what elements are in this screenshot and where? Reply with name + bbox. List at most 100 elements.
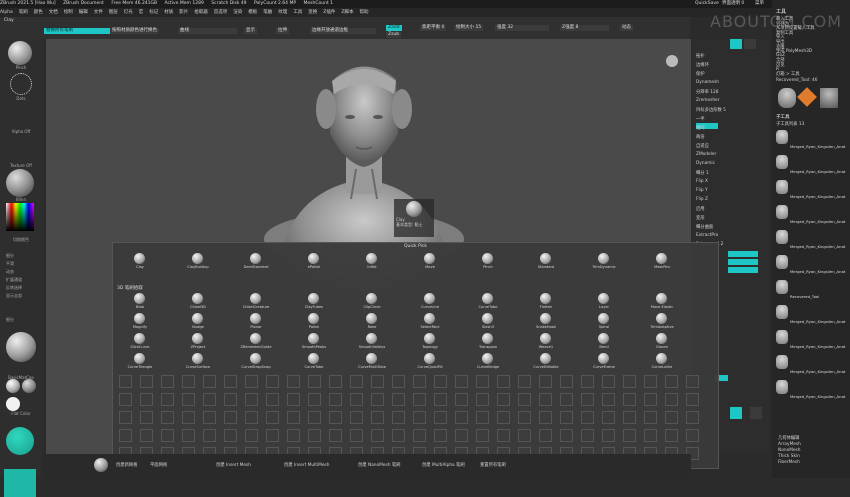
xyz-toggle[interactable] [730, 407, 742, 419]
color-swatch-main[interactable] [6, 427, 34, 455]
brush-thumbnail[interactable] [134, 293, 145, 304]
accent-slider-2[interactable] [728, 259, 758, 265]
brush-thumbnail[interactable] [308, 353, 319, 364]
dynamic-toggle[interactable]: 动态 [620, 25, 633, 31]
menu-item[interactable]: Alpha [0, 10, 13, 15]
brush-thumbnail[interactable] [424, 253, 435, 264]
left-menu-item[interactable]: 扩展通道 [6, 277, 48, 283]
tool-option[interactable]: 相同 [696, 125, 705, 131]
brush-thumbnail[interactable] [540, 253, 551, 264]
sequence-button[interactable]: 曲线 [178, 28, 237, 34]
brush-thumbnail[interactable] [250, 333, 261, 344]
tool-option[interactable]: Flip Z [696, 197, 708, 202]
tool-option[interactable]: Zremesher [696, 98, 719, 103]
brush-thumbnail[interactable] [540, 333, 551, 344]
brush-thumbnail[interactable] [540, 293, 551, 304]
brush-thumbnail[interactable] [308, 313, 319, 324]
material-selector[interactable] [6, 169, 34, 197]
stroke-selector[interactable] [10, 73, 32, 95]
accent-slider-1[interactable] [728, 251, 758, 257]
subtool-row[interactable]: Merged_Ryan_Kingslien_Anat [776, 155, 846, 177]
brush-thumbnail[interactable] [250, 353, 261, 364]
menu-item[interactable]: 首选项 [214, 10, 228, 15]
brush-thumbnail[interactable] [250, 313, 261, 324]
menu-item[interactable]: 笔刷 [19, 10, 28, 15]
brush-thumbnail[interactable] [656, 333, 667, 344]
menu-item[interactable]: 图层 [109, 10, 118, 15]
brush-thumbnail[interactable] [134, 313, 145, 324]
left-menu-item[interactable]: 显示全部 [6, 293, 48, 299]
geometry-menu-item[interactable]: FiberMesh [774, 460, 848, 466]
brush-thumbnail[interactable] [192, 293, 203, 304]
left-menu-item[interactable]: 动态 [6, 269, 48, 275]
subtool-header[interactable]: 子工具 [776, 114, 790, 120]
tool-option[interactable]: 一半 [696, 116, 705, 122]
tool-option[interactable]: 细分 1 [696, 170, 709, 176]
show-all-button[interactable]: 显示 [244, 28, 257, 34]
menu-item[interactable]: 文件 [94, 10, 103, 15]
bottom-bar-button[interactable]: 创建 Insert Mesh [216, 462, 251, 468]
brush-thumbnail[interactable] [540, 353, 551, 364]
z-intensity-slider[interactable]: Z强度 8 [560, 25, 609, 31]
brush-thumbnail[interactable] [134, 353, 145, 364]
brush-thumbnail[interactable] [482, 313, 493, 324]
brush-thumbnail[interactable] [598, 333, 609, 344]
brush-thumbnail[interactable] [598, 253, 609, 264]
menu-item[interactable]: 工具 [293, 10, 302, 15]
menu-item[interactable]: 颜色 [34, 10, 43, 15]
tool-option[interactable]: 拓扑 [696, 53, 705, 59]
tool-option[interactable]: ZModeler [696, 152, 716, 157]
brush-thumbnail[interactable] [540, 313, 551, 324]
color-picker[interactable] [6, 203, 34, 231]
brush-thumbnail[interactable] [424, 313, 435, 324]
brush-thumbnail[interactable] [656, 313, 667, 324]
brush-thumbnail[interactable] [308, 253, 319, 264]
menu-item[interactable]: Z脚本 [341, 10, 353, 15]
brush-thumbnail[interactable] [134, 333, 145, 344]
menu-item[interactable]: 帮助 [359, 10, 368, 15]
menu-item[interactable]: 宏 [139, 10, 144, 15]
tool-option[interactable]: 两倍 [696, 134, 705, 140]
menu-item[interactable]: 渲染 [233, 10, 242, 15]
texture-label[interactable]: Texture Off [0, 163, 42, 168]
brush-thumbnail[interactable] [598, 313, 609, 324]
secondary-color-swatch[interactable] [4, 469, 36, 497]
bottom-bar-button[interactable]: 创建 NanoMesh 笔刷 [358, 462, 400, 468]
brush-thumbnail[interactable] [192, 333, 203, 344]
tool-option[interactable]: Dynamesh [696, 80, 719, 85]
menu-button[interactable]: 菜单 [755, 0, 764, 8]
bottom-bar-button[interactable]: 平面网格 [150, 462, 167, 468]
brush-thumbnail[interactable] [366, 353, 377, 364]
brush-thumbnail[interactable] [424, 293, 435, 304]
brush-thumbnail[interactable] [424, 333, 435, 344]
brush-thumbnail[interactable] [308, 333, 319, 344]
menu-item[interactable]: 影片 [179, 10, 188, 15]
subtool-row[interactable]: Merged_Ryan_Kingslien_Anat [776, 230, 846, 252]
bottom-bar-button[interactable]: 创建 MultiAlpha 笔刷 [422, 462, 465, 468]
brush-thumbnail[interactable] [250, 293, 261, 304]
menu-item[interactable]: 笔触 [263, 10, 272, 15]
menu-item[interactable]: 文档 [49, 10, 58, 15]
double-button[interactable]: 按照材质颜色进行换色 [110, 28, 159, 34]
brush-thumbnail[interactable] [366, 253, 377, 264]
tool-option[interactable]: ExtractPro [696, 233, 718, 238]
brush-thumbnail[interactable] [192, 313, 203, 324]
menu-item[interactable]: 模板 [248, 10, 257, 15]
tool-option[interactable]: 保护 [696, 71, 705, 77]
tool-option[interactable]: 启用 [696, 206, 705, 212]
subtool-row[interactable]: Merged_Ryan_Kingslien_Anat [776, 130, 846, 152]
menu-item[interactable]: 标记 [149, 10, 158, 15]
left-menu-item[interactable]: 细分 [6, 253, 48, 259]
brush-thumbnail[interactable] [656, 353, 667, 364]
brush-thumbnail[interactable] [598, 293, 609, 304]
focal-shift-label[interactable]: 焦距平衡 0 [420, 25, 447, 31]
quicksave-button[interactable]: QuickSave [695, 0, 719, 8]
tool-option[interactable]: 分辨率 128 [696, 89, 718, 95]
tool-option[interactable]: Dynamic [696, 161, 715, 166]
sym-toggle[interactable] [750, 407, 762, 419]
subdiv-label[interactable]: 细分 [6, 317, 48, 323]
brush-thumbnail[interactable] [482, 333, 493, 344]
brush-thumbnail[interactable] [424, 353, 435, 364]
subtool-row[interactable]: Merged_Ryan_Kingslien_Anat [776, 255, 846, 277]
brush-selector[interactable] [8, 41, 32, 65]
